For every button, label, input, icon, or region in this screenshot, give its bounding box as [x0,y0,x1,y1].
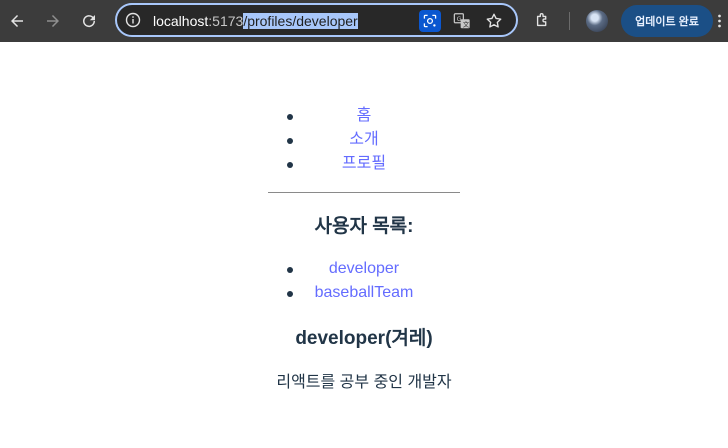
url-path-selected: /profiles/developer [243,13,358,29]
extensions-icon[interactable] [532,9,554,31]
nav-link-profiles[interactable]: 프로필 [342,155,386,172]
main-nav: 홈 소개 프로필 [264,42,464,176]
address-bar[interactable]: localhost:5173/profiles/developer G 文 [115,3,518,37]
nav-link-home[interactable]: 홈 [357,107,372,124]
url-port: :5173 [208,13,244,29]
svg-text:文: 文 [463,19,470,28]
more-menu-icon[interactable] [713,10,725,32]
profile-description: 리액트를 공부 중인 개발자 [276,374,452,391]
site-info-icon[interactable] [125,12,141,28]
browser-toolbar: localhost:5173/profiles/developer G 文 업데… [0,0,728,42]
forward-arrow-icon [47,15,59,27]
toolbar-separator [569,12,570,30]
nav-item-about: 소개 [264,128,464,152]
back-button[interactable] [4,8,30,34]
nav-link-about[interactable]: 소개 [349,131,378,148]
profile-name: developer(겨레) [295,328,433,349]
user-list: developer baseballTeam [264,257,464,305]
reload-icon [83,15,96,28]
nav-item-home: 홈 [264,104,464,128]
bookmark-star-icon[interactable] [483,10,505,32]
profile-avatar[interactable] [586,10,608,32]
page-content: 홈 소개 프로필 사용자 목록: developer baseballTeam … [0,42,728,448]
translate-icon[interactable]: G 文 [451,10,473,32]
user-list-heading: 사용자 목록: [314,216,414,237]
url-text: localhost:5173/profiles/developer [153,12,358,30]
user-list-item: developer [264,257,464,281]
google-lens-icon[interactable] [419,10,441,32]
user-link-developer[interactable]: developer [329,260,399,277]
url-host: localhost [153,13,209,29]
back-arrow-icon [11,15,23,27]
user-list-item: baseballTeam [264,281,464,305]
nav-divider [268,192,460,193]
svg-text:G: G [457,16,462,23]
forward-button[interactable] [40,8,66,34]
reload-button[interactable] [76,8,102,34]
nav-item-profiles: 프로필 [264,152,464,176]
user-link-baseballteam[interactable]: baseballTeam [315,284,414,301]
update-complete-button[interactable]: 업데이트 완료 [621,5,713,37]
